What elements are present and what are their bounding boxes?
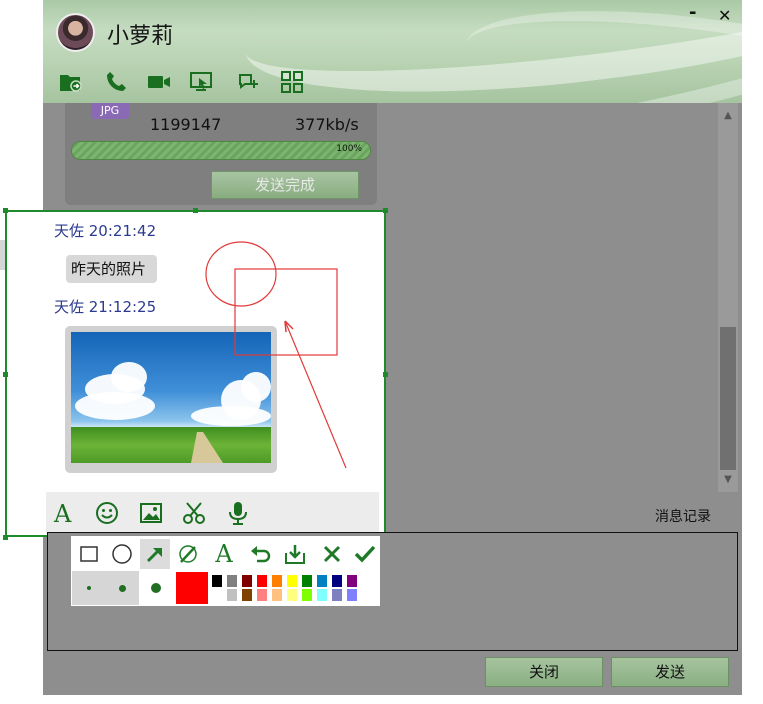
color-swatch[interactable] bbox=[241, 574, 253, 588]
cloud bbox=[75, 392, 155, 420]
brush-size-medium[interactable] bbox=[105, 571, 139, 605]
progress-bar: 100% bbox=[71, 141, 371, 160]
scroll-down-arrow-icon[interactable]: ▼ bbox=[720, 474, 736, 485]
color-swatch[interactable] bbox=[301, 588, 313, 602]
current-color-swatch bbox=[176, 572, 208, 604]
color-swatch[interactable] bbox=[226, 574, 238, 588]
color-swatch[interactable] bbox=[211, 574, 223, 588]
emoji-icon[interactable] bbox=[94, 500, 120, 526]
color-swatch[interactable] bbox=[286, 574, 298, 588]
brush-size-large[interactable] bbox=[139, 571, 173, 605]
send-complete-button[interactable]: 发送完成 bbox=[211, 171, 359, 199]
color-swatch[interactable] bbox=[316, 574, 328, 588]
svg-text:A: A bbox=[53, 500, 72, 526]
close-button[interactable]: 关闭 bbox=[485, 657, 603, 687]
progress-fill bbox=[72, 142, 370, 159]
ellipse-tool-icon[interactable] bbox=[107, 539, 137, 569]
screenshot-root: 小萝莉 - ✕ JPG 1199147 377kb/s 100% 发送完成 ▲ … bbox=[0, 0, 763, 704]
color-swatch[interactable] bbox=[271, 574, 283, 588]
cloud bbox=[111, 362, 147, 392]
brush-tool-icon[interactable] bbox=[173, 539, 203, 569]
selection-handle[interactable] bbox=[3, 535, 8, 540]
screen-share-icon[interactable] bbox=[190, 70, 214, 94]
window-title: 小萝莉 bbox=[107, 24, 174, 49]
color-swatch[interactable] bbox=[256, 588, 268, 602]
grass-field bbox=[71, 427, 271, 463]
color-swatch[interactable] bbox=[241, 588, 253, 602]
message-sender-time: 天佐 20:21:42 bbox=[54, 222, 157, 240]
save-tool-icon[interactable] bbox=[280, 539, 310, 569]
apps-grid-icon[interactable] bbox=[280, 70, 304, 94]
color-swatch[interactable] bbox=[346, 588, 358, 602]
selection-handle[interactable] bbox=[193, 208, 198, 213]
scissors-icon[interactable] bbox=[181, 500, 207, 526]
cloud bbox=[241, 372, 271, 402]
font-icon[interactable]: A bbox=[51, 500, 77, 526]
text-tool-icon[interactable]: A bbox=[209, 539, 239, 569]
color-swatch[interactable] bbox=[286, 588, 298, 602]
selection-handle[interactable] bbox=[3, 208, 8, 213]
arrow-tool-icon[interactable] bbox=[140, 539, 170, 569]
video-icon[interactable] bbox=[147, 70, 171, 94]
landscape-photo[interactable] bbox=[71, 332, 271, 463]
brush-size-small[interactable] bbox=[72, 571, 106, 605]
color-swatch[interactable] bbox=[211, 588, 223, 602]
file-transfer-icon[interactable] bbox=[59, 70, 83, 94]
file-type-badge: JPG bbox=[91, 103, 129, 119]
chat-add-icon[interactable] bbox=[236, 70, 260, 94]
message-sender-time: 天佐 21:12:25 bbox=[54, 298, 157, 316]
microphone-icon[interactable] bbox=[225, 500, 251, 526]
message-history-link[interactable]: 消息记录 bbox=[655, 506, 711, 526]
progress-label: 100% bbox=[336, 144, 362, 154]
scrollbar-thumb[interactable] bbox=[720, 327, 736, 470]
color-swatch[interactable] bbox=[331, 588, 343, 602]
confirm-tool-icon[interactable] bbox=[350, 539, 380, 569]
color-swatch[interactable] bbox=[271, 588, 283, 602]
cloud bbox=[191, 406, 271, 426]
image-icon[interactable] bbox=[138, 500, 164, 526]
message-bubble[interactable]: 昨天的照片 bbox=[66, 255, 157, 283]
scroll-up-arrow-icon[interactable]: ▲ bbox=[720, 110, 736, 121]
phone-icon[interactable] bbox=[104, 70, 128, 94]
selection-handle[interactable] bbox=[383, 208, 388, 213]
file-size: 1199147 bbox=[150, 115, 222, 134]
color-swatch[interactable] bbox=[226, 588, 238, 602]
color-swatch[interactable] bbox=[316, 588, 328, 602]
avatar[interactable] bbox=[56, 13, 95, 52]
color-swatch[interactable] bbox=[331, 574, 343, 588]
color-swatch[interactable] bbox=[301, 574, 313, 588]
rectangle-tool-icon[interactable] bbox=[74, 539, 104, 569]
color-swatch[interactable] bbox=[256, 574, 268, 588]
close-window-button[interactable]: ✕ bbox=[718, 6, 731, 25]
undo-tool-icon[interactable] bbox=[245, 539, 275, 569]
send-button[interactable]: 发送 bbox=[611, 657, 729, 687]
selection-handle[interactable] bbox=[383, 372, 388, 377]
selection-handle[interactable] bbox=[3, 372, 8, 377]
transfer-rate: 377kb/s bbox=[295, 115, 359, 134]
color-swatch[interactable] bbox=[346, 574, 358, 588]
minimize-button[interactable]: - bbox=[689, 2, 696, 23]
cancel-tool-icon[interactable] bbox=[317, 539, 347, 569]
